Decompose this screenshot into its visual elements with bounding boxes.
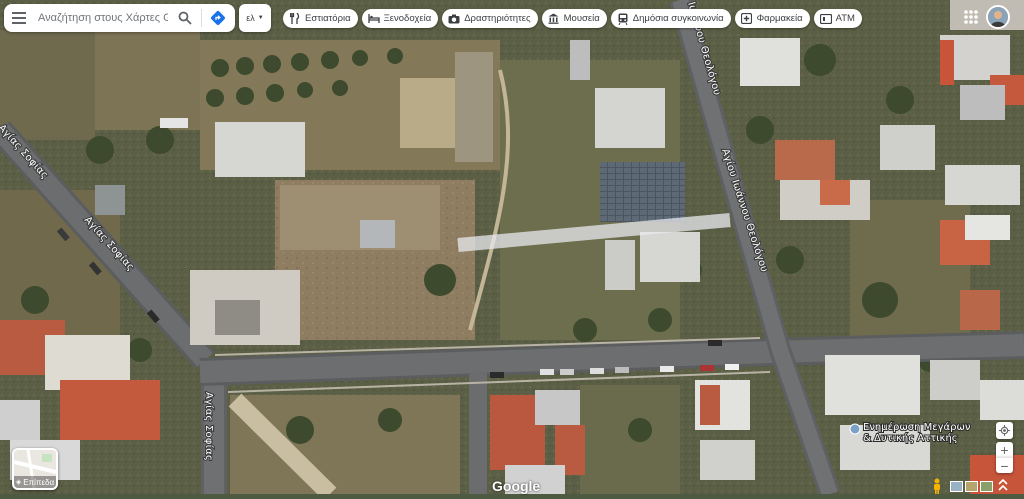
layers-label-wrap: ◈ Επίπεδα bbox=[14, 476, 56, 488]
museum-icon bbox=[548, 13, 560, 25]
google-logo: Google bbox=[492, 478, 541, 494]
field-top-left-2 bbox=[95, 30, 200, 130]
language-label: ελ bbox=[246, 13, 255, 23]
minus-icon: − bbox=[1000, 457, 1009, 474]
chip-label: Εστιατόρια bbox=[305, 13, 351, 24]
chip-public-transit[interactable]: Δημόσια συγκοινωνία bbox=[610, 9, 731, 28]
search-input[interactable] bbox=[34, 12, 172, 24]
layers-icon: ◈ bbox=[15, 479, 22, 486]
language-toggle[interactable]: ελ ▼ bbox=[239, 4, 271, 32]
chip-label: Μουσεία bbox=[563, 13, 600, 24]
thumbnail-1[interactable] bbox=[950, 481, 963, 492]
chip-atm[interactable]: ATM bbox=[813, 9, 862, 28]
search-divider bbox=[201, 9, 202, 27]
poi-label-line2[interactable]: & Δυτικής Αττικής bbox=[862, 431, 959, 445]
atm-icon bbox=[819, 13, 832, 25]
chip-hotels[interactable]: Ξενοδοχεία bbox=[361, 9, 439, 28]
chip-restaurants[interactable]: Εστιατόρια bbox=[283, 9, 358, 28]
layers-button[interactable]: ◈ Επίπεδα bbox=[12, 448, 58, 490]
chevron-down-icon: ▼ bbox=[257, 15, 264, 21]
chip-label: ATM bbox=[835, 13, 855, 24]
chip-museums[interactable]: Μουσεία bbox=[541, 9, 607, 28]
road-label-agias-sofias-lower: Αγίας Σοφίας bbox=[203, 392, 215, 461]
field-bottom-left bbox=[230, 395, 460, 494]
imagery-thumbnails[interactable] bbox=[950, 481, 993, 492]
chip-label: Φαρμακεία bbox=[756, 13, 803, 24]
chip-label: Δημόσια συγκοινωνία bbox=[632, 13, 724, 24]
plus-icon: + bbox=[1000, 441, 1009, 458]
transit-icon bbox=[617, 13, 629, 25]
avatar[interactable] bbox=[986, 5, 1010, 29]
search-box bbox=[4, 4, 235, 32]
field-bottom-center bbox=[580, 385, 680, 494]
category-chips: Εστιατόρια Ξενοδοχεία Δραστηριότητες Μου… bbox=[283, 9, 862, 28]
search-icon[interactable] bbox=[172, 4, 198, 32]
pharmacy-icon bbox=[741, 13, 753, 25]
chip-label: Ξενοδοχεία bbox=[383, 13, 432, 24]
chip-label: Δραστηριότητες bbox=[464, 13, 531, 24]
satellite-map[interactable]: Αγίας Σοφίας Αγίας Σοφίας Αγίας Σοφίας Ι… bbox=[0, 0, 1024, 494]
poi-marker[interactable]: Ενημέρωση Μεγάρων & Δυτικής Αττικής bbox=[849, 420, 972, 445]
expand-icon[interactable] bbox=[996, 478, 1012, 494]
apps-grid-icon[interactable] bbox=[961, 7, 981, 27]
chip-activities[interactable]: Δραστηριότητες bbox=[442, 9, 538, 28]
pegman-icon[interactable] bbox=[930, 478, 944, 494]
poi-label-line1[interactable]: Ενημέρωση Μεγάρων bbox=[862, 420, 972, 434]
hotel-icon bbox=[367, 13, 380, 25]
thumbnail-3[interactable] bbox=[980, 481, 993, 492]
directions-icon[interactable] bbox=[205, 4, 231, 32]
my-location-button[interactable] bbox=[996, 422, 1013, 439]
zoom-out-button[interactable]: − bbox=[996, 457, 1013, 474]
chip-pharmacies[interactable]: Φαρμακεία bbox=[734, 9, 810, 28]
zoom-in-button[interactable]: + bbox=[996, 441, 1013, 458]
field-top-left bbox=[0, 30, 95, 140]
thumbnail-2[interactable] bbox=[965, 481, 978, 492]
my-location-icon bbox=[999, 425, 1010, 436]
restaurant-icon bbox=[289, 13, 301, 25]
layers-label: Επίπεδα bbox=[23, 477, 55, 487]
menu-icon[interactable] bbox=[4, 4, 34, 32]
camera-icon bbox=[448, 13, 460, 25]
